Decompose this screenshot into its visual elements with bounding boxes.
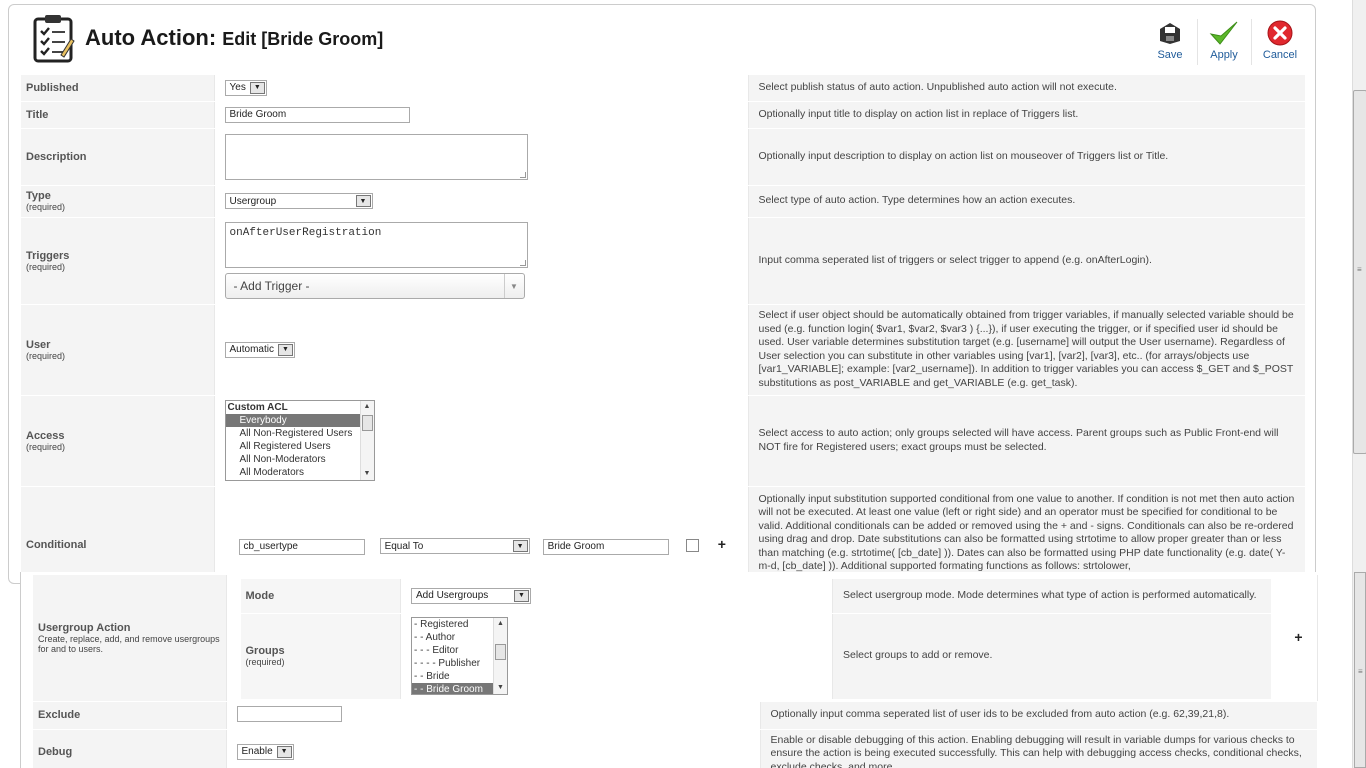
scrollbar-track[interactable]: ≡ ≡ (1352, 0, 1366, 768)
scroll-up-icon[interactable]: ▲ (494, 618, 507, 630)
row-title: Title Bride Groom Optionally input title… (21, 101, 1305, 129)
row-published: Published Yes ▼ Select publish status of … (21, 75, 1305, 102)
page-scrollbar[interactable]: ≡ ≡ (1338, 0, 1366, 768)
title-input[interactable]: Bride Groom (224, 106, 410, 123)
list-item[interactable]: All Registered Users (226, 440, 374, 453)
scroll-down-icon[interactable]: ▼ (494, 682, 507, 694)
published-select[interactable]: Yes ▼ (224, 79, 267, 96)
title-label: Title (21, 101, 215, 129)
row-debug: Debug Enable ▼ Enable or disable debuggin… (33, 729, 1317, 768)
floppy-disk-icon (1155, 19, 1185, 47)
usergroup-action-inner: Mode Add Usergroups ▼ Select usergroup mo… (240, 579, 1271, 700)
list-item[interactable]: All Moderators (226, 466, 374, 479)
row-description: Description Optionally input description… (21, 128, 1305, 186)
cancel-button[interactable]: Cancel (1255, 15, 1305, 67)
access-desc: Select access to auto action; only group… (748, 395, 1305, 487)
mode-select[interactable]: Add Usergroups ▼ (411, 587, 531, 604)
add-usergroup-action-button[interactable]: + (1294, 629, 1302, 645)
groups-desc: Select groups to add or remove. (832, 613, 1271, 700)
auto-action-form: Published Yes ▼ Select publish status of … (21, 75, 1305, 583)
description-textarea[interactable] (224, 133, 528, 180)
user-label: User (required) (21, 304, 215, 396)
scroll-up-icon[interactable]: ▲ (361, 401, 374, 413)
save-button[interactable]: Save (1145, 15, 1195, 67)
conditional-field-input[interactable]: cb_usertype (238, 538, 365, 555)
triggers-textarea[interactable]: onAfterUserRegistration (224, 222, 528, 268)
add-conditional-button[interactable]: + (718, 536, 726, 552)
resize-grip-icon[interactable] (519, 171, 526, 178)
scrollbar-thumb-lower[interactable]: ≡ (1354, 572, 1366, 768)
description-label: Description (21, 128, 215, 186)
groups-label: Groups (required) (240, 613, 401, 700)
chevron-down-icon: ▼ (514, 589, 529, 602)
auto-action-form-lower: Usergroup Action Create, replace, add, an… (33, 575, 1318, 768)
add-trigger-select[interactable]: - Add Trigger - ▼ (224, 273, 525, 299)
triggers-desc: Input comma seperated list of triggers o… (748, 217, 1305, 305)
resize-grip-icon[interactable] (519, 260, 526, 266)
type-select[interactable]: Usergroup ▼ (224, 193, 373, 209)
title-desc: Optionally input title to display on act… (748, 101, 1305, 129)
check-mark-icon (1209, 19, 1239, 47)
page-title: Auto Action: Edit [Bride Groom] (85, 25, 384, 50)
edit-panel: Auto Action: Edit [Bride Groom] Save App… (8, 4, 1316, 584)
description-desc: Optionally input description to display … (748, 128, 1305, 186)
row-triggers: Triggers (required) onAfterUserRegistrati… (21, 217, 1305, 305)
groups-listbox[interactable]: - Registered - - Author - - - Editor - -… (411, 617, 508, 695)
page-header: Auto Action: Edit [Bride Groom] Save App… (9, 5, 1315, 71)
triggers-label: Triggers (required) (21, 217, 215, 305)
row-type: Type (required) Usergroup ▼ Select type of… (21, 185, 1305, 218)
access-listbox[interactable]: Custom ACL Everybody All Non-Registered … (224, 400, 375, 481)
edit-panel-lower: Usergroup Action Create, replace, add, an… (20, 572, 1318, 768)
published-label: Published (21, 75, 215, 102)
row-user: User (required) Automatic ▼ Select if user… (21, 304, 1305, 396)
type-label: Type (required) (21, 185, 215, 218)
chevron-down-icon: ▼ (277, 343, 293, 356)
row-mode: Mode Add Usergroups ▼ Select usergroup mo… (240, 579, 1271, 614)
chevron-down-icon: ▼ (512, 540, 528, 552)
mode-desc: Select usergroup mode. Mode determines w… (832, 579, 1271, 614)
row-access: Access (required) Custom ACL Everybody Al… (21, 395, 1305, 487)
user-desc: Select if user object should be automati… (748, 304, 1305, 396)
chevron-down-icon: ▼ (503, 274, 524, 298)
conditional-label: Conditional (21, 486, 215, 583)
exclude-input[interactable] (236, 705, 342, 722)
row-exclude: Exclude Optionally input comma seperated… (33, 701, 1317, 730)
row-groups: Groups (required) - Registered - - Author… (240, 613, 1271, 700)
type-desc: Select type of auto action. Type determi… (748, 185, 1305, 218)
scroll-down-icon[interactable]: ▼ (361, 468, 374, 480)
row-conditional: Conditional cb_usertype Equal To ▼ Bride … (21, 486, 1305, 583)
chevron-down-icon: ▼ (355, 195, 371, 207)
debug-desc: Enable or disable debugging of this acti… (760, 729, 1317, 768)
checklist-clipboard-icon (31, 13, 77, 63)
published-desc: Select publish status of auto action. Un… (748, 75, 1305, 102)
exclude-label: Exclude (33, 701, 227, 730)
listbox-scrollbar[interactable]: ▲ ▼ (359, 401, 374, 480)
list-item[interactable]: Everybody (225, 414, 374, 427)
chevron-down-icon: ▼ (276, 745, 292, 758)
list-item[interactable]: All Non-Moderators (226, 453, 374, 466)
row-usergroup-action: Usergroup Action Create, replace, add, an… (33, 575, 1318, 702)
apply-button[interactable]: Apply (1199, 15, 1249, 67)
debug-label: Debug (33, 729, 227, 768)
conditional-operator-select[interactable]: Equal To ▼ (379, 538, 530, 554)
conditional-desc: Optionally input substitution supported … (748, 486, 1305, 583)
exclude-desc: Optionally input comma seperated list of… (760, 701, 1317, 730)
chevron-down-icon: ▼ (249, 81, 265, 94)
debug-select[interactable]: Enable ▼ (236, 743, 294, 760)
mode-label: Mode (240, 579, 401, 614)
close-circle-icon (1265, 19, 1295, 47)
usergroup-action-label: Usergroup Action Create, replace, add, an… (33, 575, 227, 702)
access-label: Access (required) (21, 395, 215, 487)
conditional-value-input[interactable]: Bride Groom (542, 538, 669, 555)
user-select[interactable]: Automatic ▼ (224, 341, 295, 358)
scrollbar-thumb[interactable]: ≡ (1353, 90, 1366, 454)
access-group-label: Custom ACL (227, 402, 288, 413)
conditional-checkbox[interactable] (685, 539, 699, 553)
listbox-scrollbar[interactable]: ▲ ▼ (493, 618, 507, 694)
list-item[interactable]: All Non-Registered Users (226, 427, 374, 440)
